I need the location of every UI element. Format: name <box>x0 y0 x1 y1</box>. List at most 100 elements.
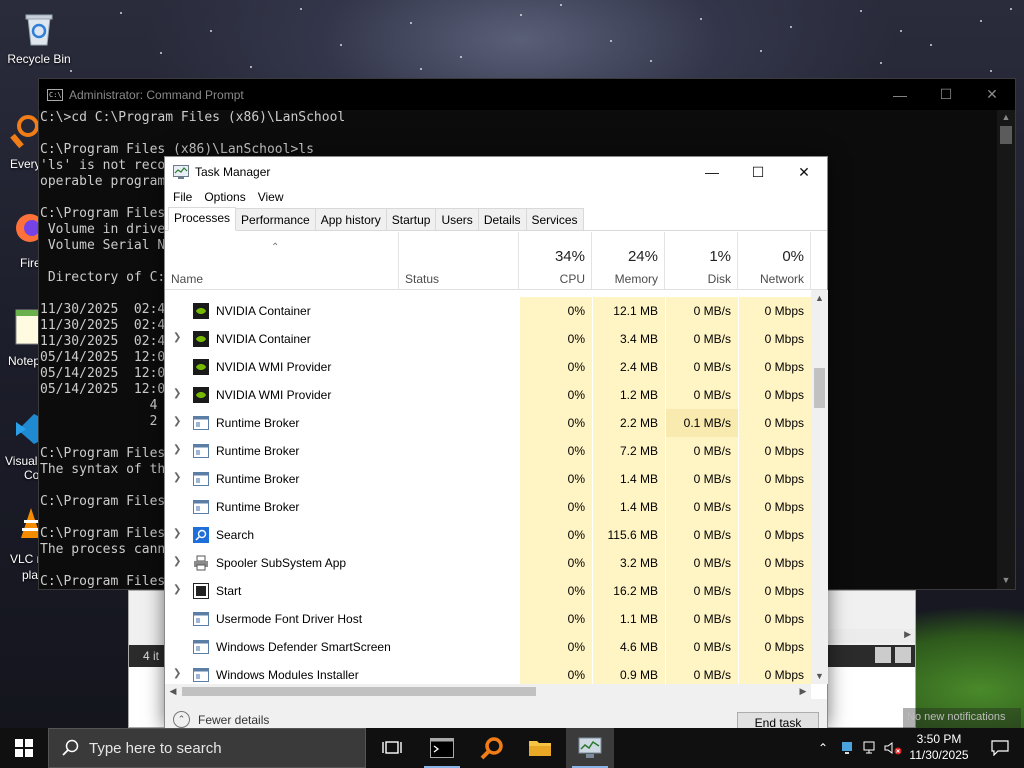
menu-view[interactable]: View <box>252 190 290 204</box>
tab-processes[interactable]: Processes <box>168 207 237 231</box>
cmd-minimize-icon[interactable]: — <box>877 79 923 110</box>
process-row[interactable]: ❯ Start 0% 16.2 MB 0 MB/s 0 Mbps <box>165 577 811 605</box>
process-memory: 1.4 MB <box>592 465 665 493</box>
taskbar-app-command-prompt[interactable] <box>418 728 466 768</box>
process-row[interactable]: Usermode Font Driver Host 0% 1.1 MB 0 MB/s 0… <box>165 605 811 633</box>
expand-chevron-icon[interactable]: ❯ <box>173 444 181 455</box>
tab-performance[interactable]: Performance <box>235 208 316 230</box>
horizontal-scroll-thumb[interactable] <box>182 687 536 696</box>
fewer-details-label: Fewer details <box>198 712 270 727</box>
scroll-up-arrow-icon[interactable]: ▲ <box>811 290 828 306</box>
menu-file[interactable]: File <box>167 190 198 204</box>
cmd-maximize-icon[interactable]: ☐ <box>923 79 969 110</box>
wallpaper-star <box>860 10 862 12</box>
process-row[interactable]: ❯ NVIDIA WMI Provider 0% 1.2 MB 0 MB/s 0 Mbps <box>165 381 811 409</box>
large-icons-view-icon[interactable] <box>895 647 911 663</box>
desktop-icon-everything[interactable]: Every <box>10 112 41 172</box>
process-list-vertical-scrollbar[interactable]: ▲ ▼ <box>811 290 828 684</box>
taskbar-search-placeholder: Type here to search <box>89 739 222 757</box>
column-header-cpu[interactable]: 34% CPU <box>519 232 592 290</box>
desktop-icon-visual-studio-code[interactable]: Visual Co <box>4 410 40 484</box>
tm-maximize-icon[interactable]: ☐ <box>735 157 781 187</box>
volume-muted-icon[interactable] <box>882 728 904 768</box>
process-list-horizontal-scrollbar[interactable]: ◀ ▶ <box>165 684 811 699</box>
tab-users[interactable]: Users <box>435 208 479 230</box>
expand-chevron-icon[interactable]: ❯ <box>173 668 181 679</box>
process-row[interactable]: ❯ Windows Modules Installer 0% 0.9 MB 0 MB/s… <box>165 661 811 684</box>
taskbar-app-everything[interactable] <box>468 728 516 768</box>
wallpaper-star <box>340 44 342 46</box>
desktop-icon-recycle-bin[interactable]: Recycle Bin <box>2 8 76 66</box>
scroll-down-arrow-icon[interactable]: ▼ <box>997 573 1015 587</box>
desktop-icon-vlc[interactable]: VLC r pla <box>6 506 41 586</box>
cmd-titlebar[interactable]: C:\ Administrator: Command Prompt — ☐ ✕ <box>39 79 1015 110</box>
process-row[interactable]: ❯ NVIDIA Container 0% 3.4 MB 0 MB/s 0 Mbps <box>165 325 811 353</box>
cmd-scroll-thumb[interactable] <box>1000 126 1012 144</box>
cmd-close-icon[interactable]: ✕ <box>969 79 1015 110</box>
process-row[interactable]: NVIDIA WMI Provider 0% 2.4 MB 0 MB/s 0 Mbps <box>165 353 811 381</box>
command-prompt-icon <box>430 738 454 758</box>
wallpaper-star <box>410 22 412 24</box>
explorer-horizontal-scrollbar[interactable]: ▶ <box>829 629 915 643</box>
tm-minimize-icon[interactable]: — <box>689 157 735 187</box>
tray-app-icon[interactable] <box>836 728 858 768</box>
process-row[interactable]: Windows Defender SmartScreen 0% 4.6 MB 0 MB… <box>165 633 811 661</box>
menu-options[interactable]: Options <box>198 190 251 204</box>
column-header-status[interactable]: Status <box>399 232 519 290</box>
scroll-up-arrow-icon[interactable]: ▲ <box>997 110 1015 124</box>
network-icon[interactable] <box>860 728 882 768</box>
tab-app-history[interactable]: App history <box>314 208 387 230</box>
process-row[interactable]: Runtime Broker 0% 1.4 MB 0 MB/s 0 Mbps <box>165 493 811 521</box>
process-row[interactable]: NVIDIA Container 0% 12.1 MB 0 MB/s 0 Mbps <box>165 297 811 325</box>
expand-chevron-icon[interactable]: ❯ <box>173 528 181 539</box>
desktop-label-everything: Every <box>10 157 41 171</box>
details-view-icon[interactable] <box>875 647 891 663</box>
process-list[interactable]: NVIDIA Container 0% 12.1 MB 0 MB/s 0 Mbps ❯ NV… <box>165 290 811 684</box>
show-hidden-icons-chevron-icon[interactable]: ⌃ <box>812 728 834 768</box>
process-row[interactable]: ❯ Runtime Broker 0% 2.2 MB 0.1 MB/s 0 Mbps <box>165 409 811 437</box>
wallpaper-star <box>210 30 212 32</box>
process-cpu: 0% <box>519 549 592 577</box>
process-table-header: ⌃ Name Status 34% CPU 24% Memory 1% Disk… <box>165 232 827 290</box>
action-center-button[interactable] <box>976 728 1024 768</box>
task-manager-icon <box>578 737 602 758</box>
expand-chevron-icon[interactable]: ❯ <box>173 332 181 343</box>
taskbar-search-box[interactable]: Type here to search <box>48 728 366 768</box>
tm-close-icon[interactable]: ✕ <box>781 157 827 187</box>
task-view-button[interactable] <box>368 728 416 768</box>
column-header-disk[interactable]: 1% Disk <box>665 232 738 290</box>
taskbar-app-task-manager[interactable] <box>566 728 614 768</box>
process-list-scroll-thumb[interactable] <box>814 368 825 408</box>
expand-chevron-icon[interactable]: ❯ <box>173 556 181 567</box>
taskbar-clock[interactable]: 3:50 PM 11/30/2025 <box>904 731 974 763</box>
task-manager-window[interactable]: Task Manager — ☐ ✕ File Options View Pro… <box>164 156 828 734</box>
scroll-right-arrow-icon[interactable]: ▶ <box>795 684 811 699</box>
tab-details[interactable]: Details <box>477 208 527 230</box>
process-network: 0 Mbps <box>738 577 811 605</box>
column-header-network[interactable]: 0% Network <box>738 232 811 290</box>
process-row[interactable]: ❯ Search 0% 115.6 MB 0 MB/s 0 Mbps <box>165 521 811 549</box>
expand-chevron-icon[interactable]: ❯ <box>173 584 181 595</box>
cmd-vertical-scrollbar[interactable]: ▲ ▼ <box>997 110 1015 589</box>
column-header-name[interactable]: ⌃ Name <box>165 232 399 290</box>
process-row[interactable]: ❯ Runtime Broker 0% 7.2 MB 0 MB/s 0 Mbps <box>165 437 811 465</box>
expand-chevron-icon[interactable]: ❯ <box>173 388 181 399</box>
scroll-down-arrow-icon[interactable]: ▼ <box>811 668 828 684</box>
process-row[interactable]: ❯ Runtime Broker 0% 1.4 MB 0 MB/s 0 Mbps <box>165 465 811 493</box>
nvidia-icon <box>193 303 209 319</box>
start-button[interactable] <box>0 728 48 768</box>
expand-chevron-icon[interactable]: ❯ <box>173 472 181 483</box>
process-network: 0 Mbps <box>738 549 811 577</box>
expand-chevron-icon[interactable]: ❯ <box>173 416 181 427</box>
desktop-icon-notepad[interactable]: Notep <box>8 306 41 370</box>
tab-startup[interactable]: Startup <box>385 208 437 230</box>
column-header-memory[interactable]: 24% Memory <box>592 232 665 290</box>
tab-services[interactable]: Services <box>525 208 584 230</box>
fewer-details-button[interactable]: ⌃ Fewer details <box>173 711 269 728</box>
taskbar-app-file-explorer[interactable] <box>516 728 564 768</box>
scroll-left-arrow-icon[interactable]: ◀ <box>165 684 181 699</box>
desktop-icon-firefox[interactable]: Fire <box>14 210 41 270</box>
task-manager-titlebar[interactable]: Task Manager — ☐ ✕ <box>165 157 827 187</box>
process-row[interactable]: ❯ Spooler SubSystem App 0% 3.2 MB 0 MB/s 0 Mb… <box>165 549 811 577</box>
wallpaper-star <box>460 56 462 58</box>
